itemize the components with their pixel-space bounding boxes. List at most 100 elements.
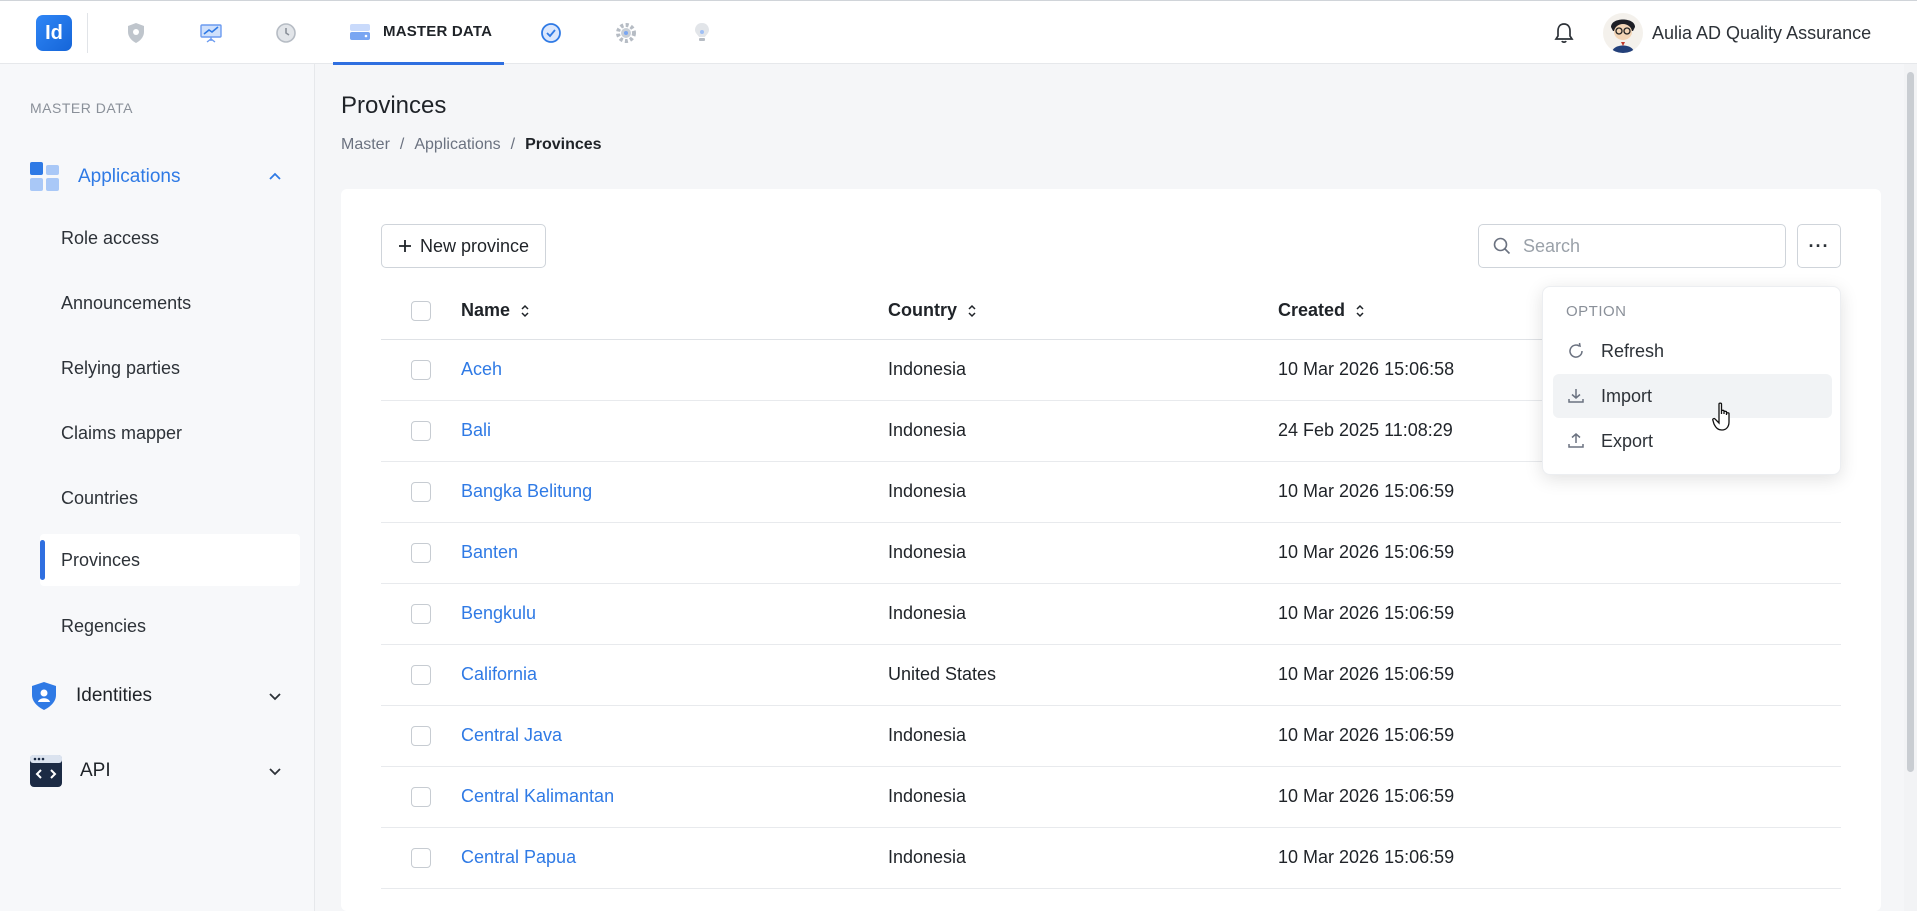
presentation-icon[interactable] (197, 19, 225, 47)
new-province-button[interactable]: New province (381, 224, 547, 268)
identity-shield-icon (32, 682, 56, 710)
row-checkbox[interactable] (411, 665, 431, 685)
sidebar-item-announcements[interactable]: Announcements (40, 277, 300, 329)
column-header-label: Country (888, 300, 957, 320)
tab-master-data[interactable]: MASTER DATA (333, 1, 504, 65)
more-options-button[interactable]: ··· (1797, 224, 1841, 268)
clock-icon[interactable] (272, 19, 300, 47)
sort-icon (1356, 304, 1364, 317)
province-name-link[interactable]: California (461, 664, 537, 685)
sidebar-item-provinces[interactable]: Provinces (40, 534, 300, 586)
province-name-link[interactable]: Central Papua (461, 847, 576, 868)
apps-grid-icon (30, 162, 59, 191)
row-checkbox[interactable] (411, 360, 431, 380)
gear-icon[interactable] (612, 19, 640, 47)
province-country: United States (888, 664, 997, 684)
user-avatar[interactable] (1603, 13, 1643, 53)
search-input[interactable] (1523, 235, 1763, 257)
shield-icon[interactable] (122, 19, 150, 47)
province-created: 10 Mar 2026 15:06:59 (1278, 542, 1455, 562)
sidebar-group-api[interactable]: API (30, 751, 295, 791)
row-checkbox[interactable] (411, 604, 431, 624)
app-logo-text: Id (45, 21, 63, 44)
table-row: Central Kalimantan Indonesia 10 Mar 2026… (381, 767, 1841, 828)
row-checkbox[interactable] (411, 848, 431, 868)
province-created: 10 Mar 2026 15:06:59 (1278, 725, 1455, 745)
user-name[interactable]: Aulia AD Quality Assurance (1652, 23, 1871, 44)
row-checkbox[interactable] (411, 787, 431, 807)
sidebar-item-role-access[interactable]: Role access (40, 212, 300, 264)
menu-item-export[interactable]: Export (1553, 419, 1832, 463)
badge-check-icon[interactable] (537, 19, 565, 47)
download-icon (1568, 389, 1584, 403)
sidebar-item-label: Role access (61, 227, 160, 248)
table-row: California United States 10 Mar 2026 15:… (381, 645, 1841, 706)
new-province-label: New province (420, 235, 530, 256)
search-icon (1493, 237, 1511, 255)
sidebar-item-label: Announcements (61, 292, 192, 313)
chevron-down-icon (269, 768, 281, 776)
row-checkbox[interactable] (411, 726, 431, 746)
page-scrollbar[interactable] (1904, 64, 1917, 911)
column-header-country[interactable]: Country (888, 300, 977, 321)
province-created: 24 Feb 2025 11:08:29 (1278, 420, 1453, 440)
menu-item-label: Refresh (1601, 340, 1665, 361)
notification-bell-icon[interactable] (1550, 19, 1578, 47)
province-country: Indonesia (888, 603, 967, 623)
sidebar-item-regencies[interactable]: Regencies (40, 600, 300, 652)
province-name-link[interactable]: Central Kalimantan (461, 786, 614, 807)
province-name-link[interactable]: Bali (461, 420, 491, 441)
province-country: Indonesia (888, 420, 967, 440)
api-code-icon (30, 755, 62, 787)
sidebar-item-countries[interactable]: Countries (40, 472, 300, 524)
column-header-created[interactable]: Created (1278, 300, 1365, 321)
sort-icon (521, 304, 529, 317)
select-all-checkbox[interactable] (411, 301, 431, 321)
breadcrumb-separator: / (510, 136, 516, 153)
table-row: Central Papua Indonesia 10 Mar 2026 15:0… (381, 828, 1841, 889)
chevron-up-icon (269, 172, 281, 180)
province-name-link[interactable]: Aceh (461, 359, 502, 380)
province-name-link[interactable]: Central Java (461, 725, 562, 746)
province-country: Indonesia (888, 786, 967, 806)
breadcrumb: Master / Applications / Provinces (341, 136, 602, 154)
breadcrumb-applications[interactable]: Applications (414, 136, 500, 154)
sidebar-group-identities-label: Identities (76, 685, 153, 706)
sidebar-item-label: Provinces (61, 549, 141, 570)
menu-item-label: Import (1601, 385, 1653, 406)
sidebar-item-label: Claims mapper (61, 422, 183, 443)
column-header-name[interactable]: Name (461, 300, 530, 321)
table-row: Bengkulu Indonesia 10 Mar 2026 15:06:59 (381, 584, 1841, 645)
province-name-link[interactable]: Bengkulu (461, 603, 536, 624)
sidebar-item-relying-parties[interactable]: Relying parties (40, 342, 300, 394)
sidebar-item-label: Relying parties (61, 357, 181, 378)
scrollbar-thumb[interactable] (1907, 72, 1914, 772)
search-box[interactable] (1478, 224, 1786, 268)
drive-icon (350, 23, 370, 40)
app-logo[interactable]: Id (36, 15, 72, 51)
sidebar-group-applications-label: Applications (78, 166, 181, 187)
row-checkbox[interactable] (411, 543, 431, 563)
menu-item-refresh[interactable]: Refresh (1553, 329, 1832, 373)
lightbulb-icon[interactable] (688, 19, 716, 47)
sidebar-group-applications[interactable]: Applications (30, 157, 295, 197)
province-name-link[interactable]: Bangka Belitung (461, 481, 592, 502)
row-checkbox[interactable] (411, 482, 431, 502)
tab-master-data-label: MASTER DATA (383, 23, 493, 40)
menu-item-label: Export (1601, 430, 1654, 451)
sidebar-item-label: Regencies (61, 615, 147, 636)
table-row: Central Java Indonesia 10 Mar 2026 15:06… (381, 706, 1841, 767)
logo-divider (87, 13, 88, 53)
chevron-down-icon (269, 693, 281, 701)
province-created: 10 Mar 2026 15:06:59 (1278, 786, 1455, 806)
province-country: Indonesia (888, 847, 967, 867)
sidebar-section-label: MASTER DATA (30, 100, 133, 116)
breadcrumb-master[interactable]: Master (341, 136, 390, 154)
menu-item-import[interactable]: Import (1553, 374, 1832, 418)
sidebar-item-claims-mapper[interactable]: Claims mapper (40, 407, 300, 459)
province-country: Indonesia (888, 725, 967, 745)
row-checkbox[interactable] (411, 421, 431, 441)
sidebar-group-identities[interactable]: Identities (30, 676, 295, 716)
province-name-link[interactable]: Banten (461, 542, 518, 563)
province-country: Indonesia (888, 542, 967, 562)
